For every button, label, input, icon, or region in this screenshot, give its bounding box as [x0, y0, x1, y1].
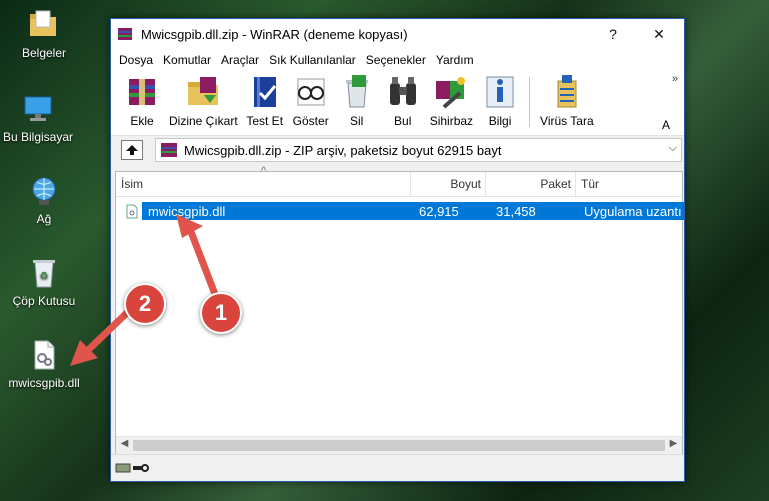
row-type: Uygulama uzantı: [584, 203, 682, 219]
row-packed: 31,458: [496, 203, 536, 219]
row-name: mwicsgpib.dll: [148, 203, 226, 219]
step-badge-1: 1: [200, 292, 242, 334]
row-size: 62,915: [419, 203, 459, 219]
annotation-arrows: [70, 214, 222, 366]
dll-file-icon: [126, 204, 138, 219]
step-badge-2: 2: [124, 283, 166, 325]
